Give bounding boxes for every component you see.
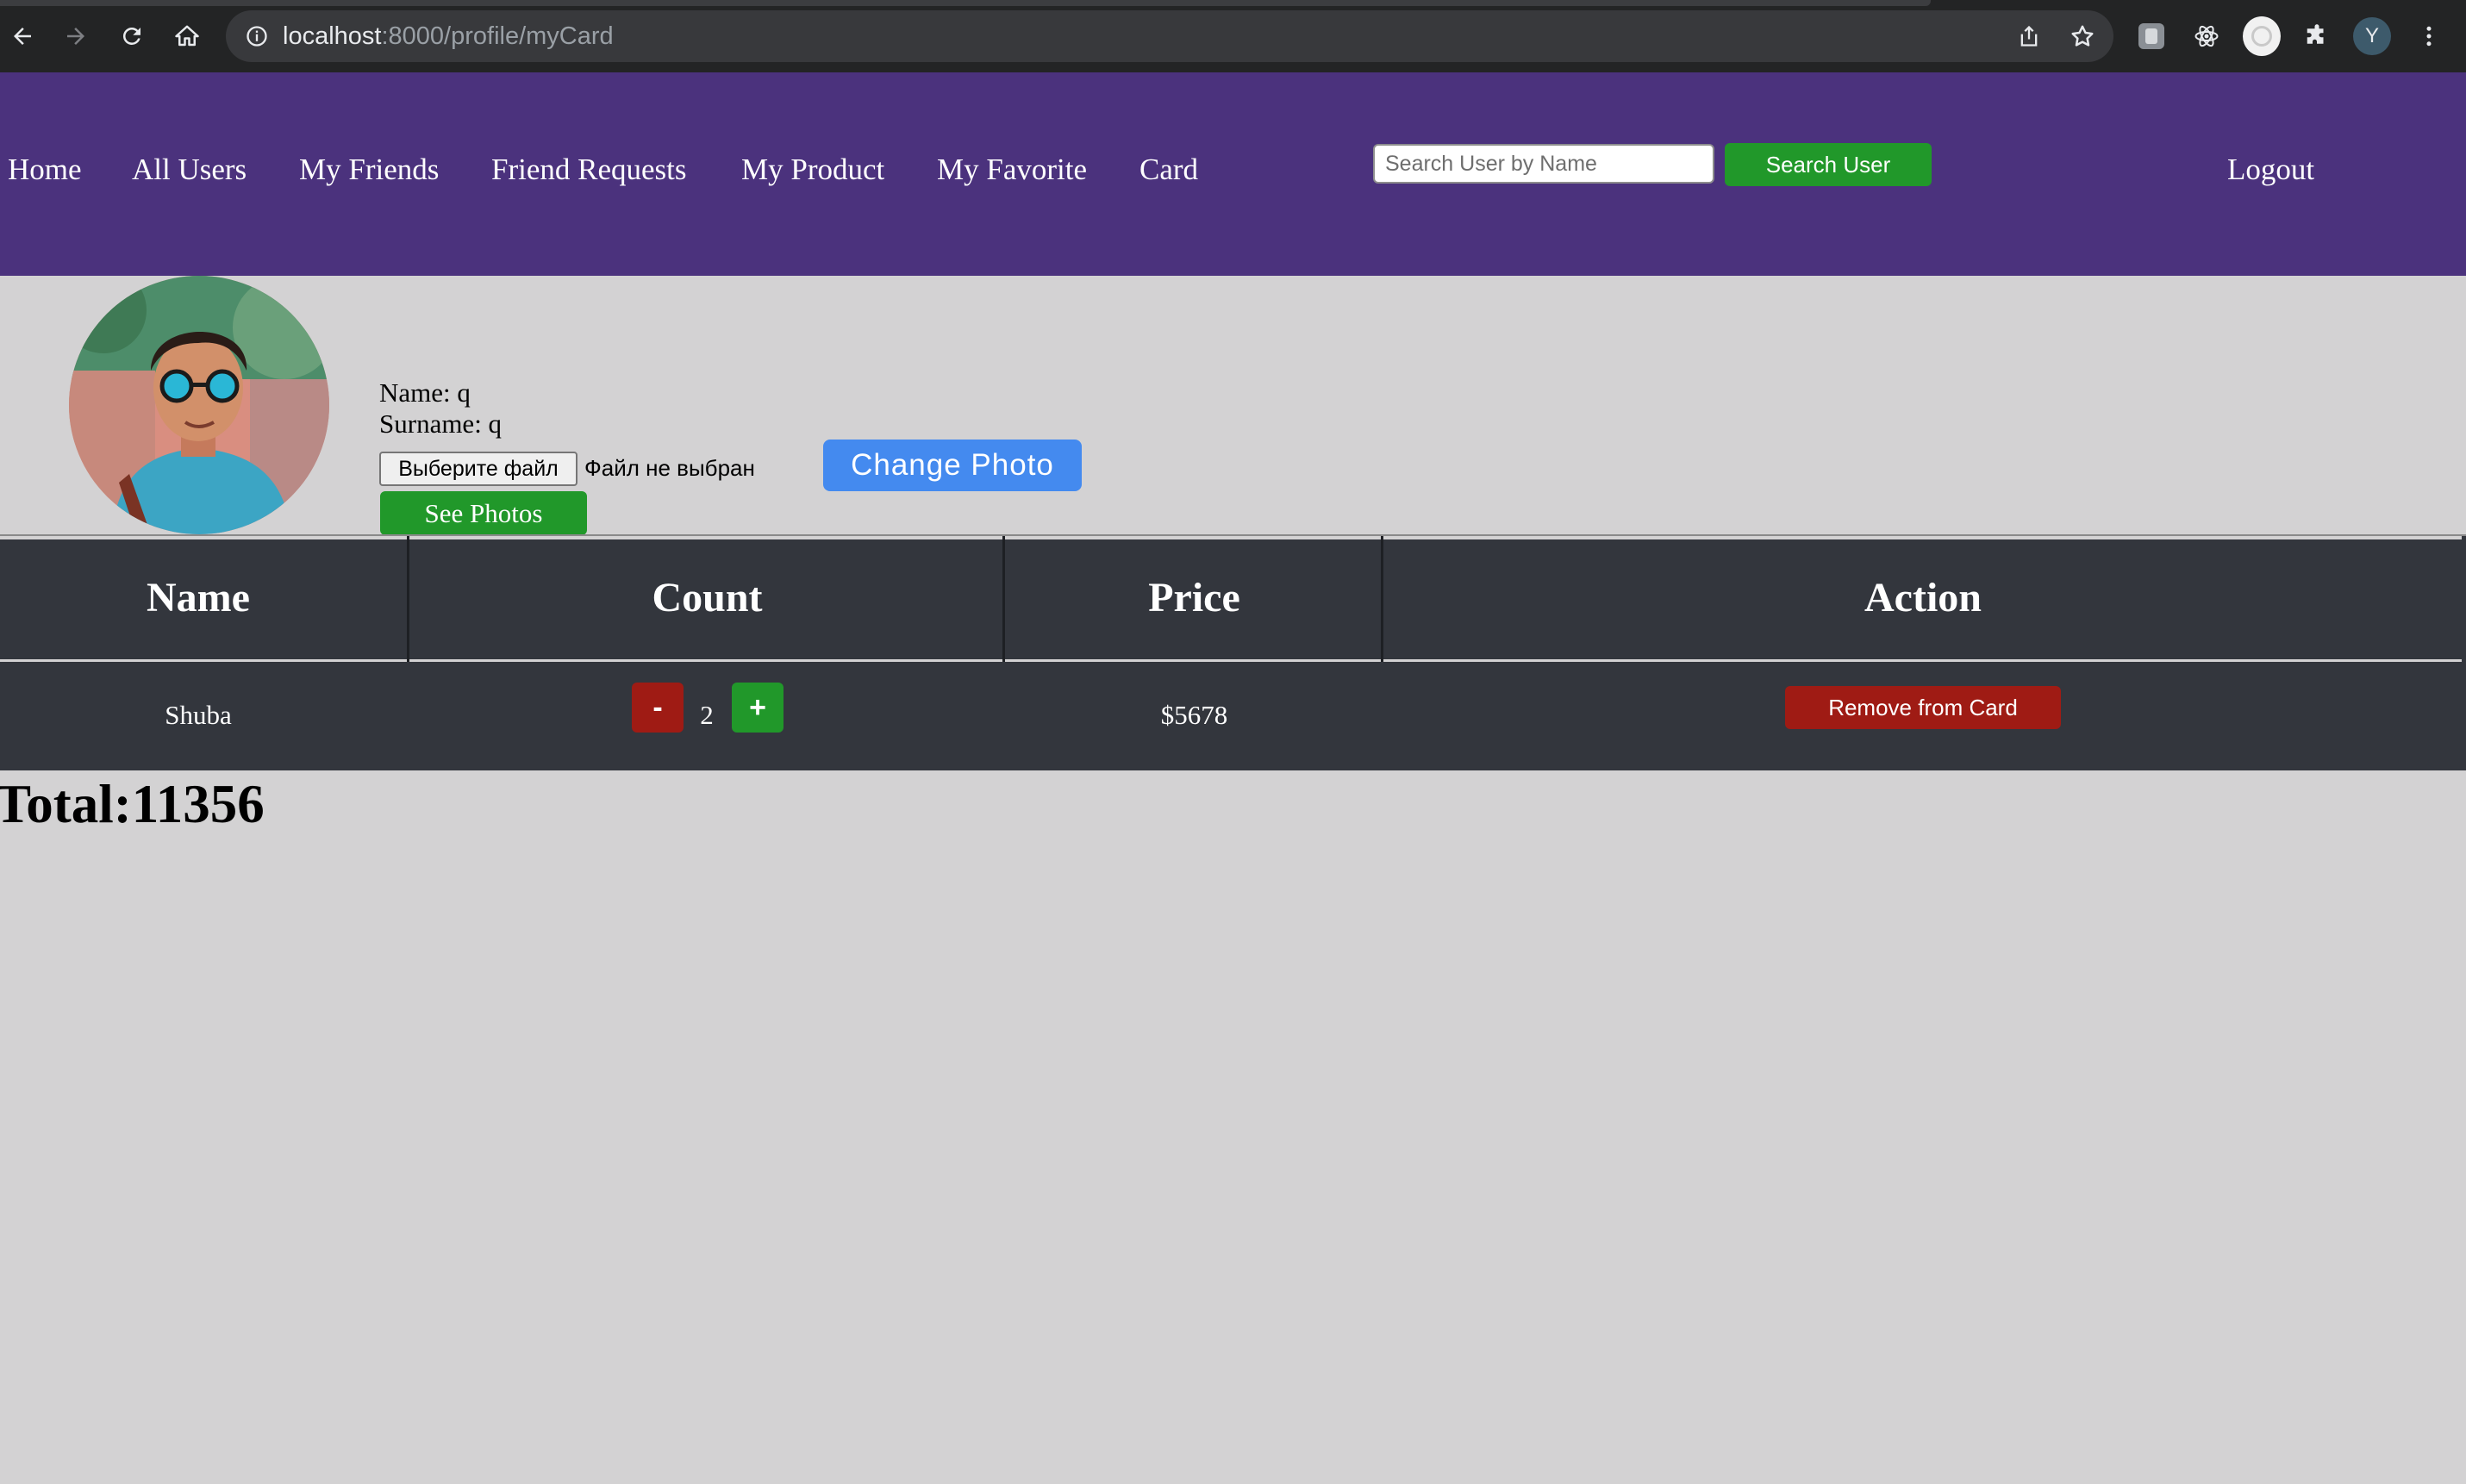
info-icon[interactable] bbox=[243, 22, 271, 50]
forward-icon bbox=[67, 28, 84, 45]
site-navbar: Home All Users My Friends Friend Request… bbox=[0, 72, 2466, 276]
see-photos-button[interactable]: See Photos bbox=[380, 491, 587, 535]
tab-strip-edge bbox=[0, 0, 1931, 6]
change-photo-button[interactable]: Change Photo bbox=[823, 440, 1082, 491]
header-border bbox=[1383, 536, 2462, 539]
profile-avatar[interactable]: Y bbox=[2353, 17, 2391, 55]
row-border bbox=[409, 659, 1002, 662]
url-host: localhost bbox=[283, 22, 382, 50]
header-border bbox=[0, 536, 407, 539]
row-border bbox=[0, 659, 407, 662]
forward-button[interactable] bbox=[57, 17, 95, 55]
nav-my-product[interactable]: My Product bbox=[741, 152, 884, 188]
back-icon bbox=[14, 28, 31, 45]
reload-icon bbox=[122, 27, 140, 45]
header-count: Count bbox=[652, 575, 763, 620]
url-path: :8000/profile/myCard bbox=[381, 22, 614, 50]
nav-my-favorite[interactable]: My Favorite bbox=[937, 152, 1087, 188]
profile-name: Name: q bbox=[379, 377, 471, 408]
profile-avatar-image bbox=[69, 276, 329, 534]
file-status-text: Файл не выбран bbox=[584, 455, 755, 481]
header-border bbox=[409, 536, 1002, 539]
header-name: Name bbox=[147, 575, 250, 620]
home-button[interactable] bbox=[168, 17, 206, 55]
puzzle-icon[interactable] bbox=[2298, 17, 2336, 55]
home-icon bbox=[175, 25, 199, 47]
item-price: $5678 bbox=[1160, 700, 1228, 730]
row-border bbox=[1005, 659, 1381, 662]
nav-card[interactable]: Card bbox=[1139, 152, 1198, 188]
row-border bbox=[1383, 659, 2462, 662]
search-user-button[interactable]: Search User bbox=[1725, 143, 1932, 186]
search-input[interactable] bbox=[1373, 144, 1714, 184]
url-text[interactable]: localhost:8000/profile/myCard bbox=[283, 20, 614, 53]
cart-table: Name Count Price Action Shuba - 2 + $567… bbox=[0, 536, 2466, 770]
share-icon[interactable] bbox=[2015, 22, 2043, 50]
decrease-count-button[interactable]: - bbox=[632, 683, 684, 733]
increase-count-button[interactable]: + bbox=[732, 683, 784, 733]
item-name: Shuba bbox=[165, 700, 232, 730]
star-icon[interactable] bbox=[2069, 22, 2096, 50]
menu-icon[interactable] bbox=[2410, 17, 2448, 55]
profile-surname: Surname: q bbox=[379, 408, 503, 439]
header-action: Action bbox=[1864, 575, 1982, 620]
react-icon[interactable] bbox=[2188, 17, 2226, 55]
remove-from-card-button[interactable]: Remove from Card bbox=[1785, 686, 2061, 729]
nav-my-friends[interactable]: My Friends bbox=[299, 152, 439, 188]
header-border bbox=[1005, 536, 1381, 539]
nav-all-users[interactable]: All Users bbox=[132, 152, 247, 188]
nav-home[interactable]: Home bbox=[8, 152, 82, 188]
item-count: 2 bbox=[700, 700, 714, 730]
choose-file-button[interactable]: Выберите файл bbox=[379, 452, 577, 486]
logout-link[interactable]: Logout bbox=[2227, 152, 2314, 188]
extension-icon[interactable] bbox=[2132, 17, 2170, 55]
cart-total: Total:11356 bbox=[0, 774, 265, 834]
extension-circle-icon[interactable] bbox=[2243, 16, 2281, 56]
browser-toolbar: localhost:8000/profile/myCard Y bbox=[0, 0, 2466, 72]
address-bar[interactable]: localhost:8000/profile/myCard bbox=[226, 10, 2113, 62]
header-price: Price bbox=[1148, 575, 1240, 620]
reload-button[interactable] bbox=[113, 17, 151, 55]
nav-friend-requests[interactable]: Friend Requests bbox=[491, 152, 687, 188]
back-button[interactable] bbox=[3, 17, 41, 55]
